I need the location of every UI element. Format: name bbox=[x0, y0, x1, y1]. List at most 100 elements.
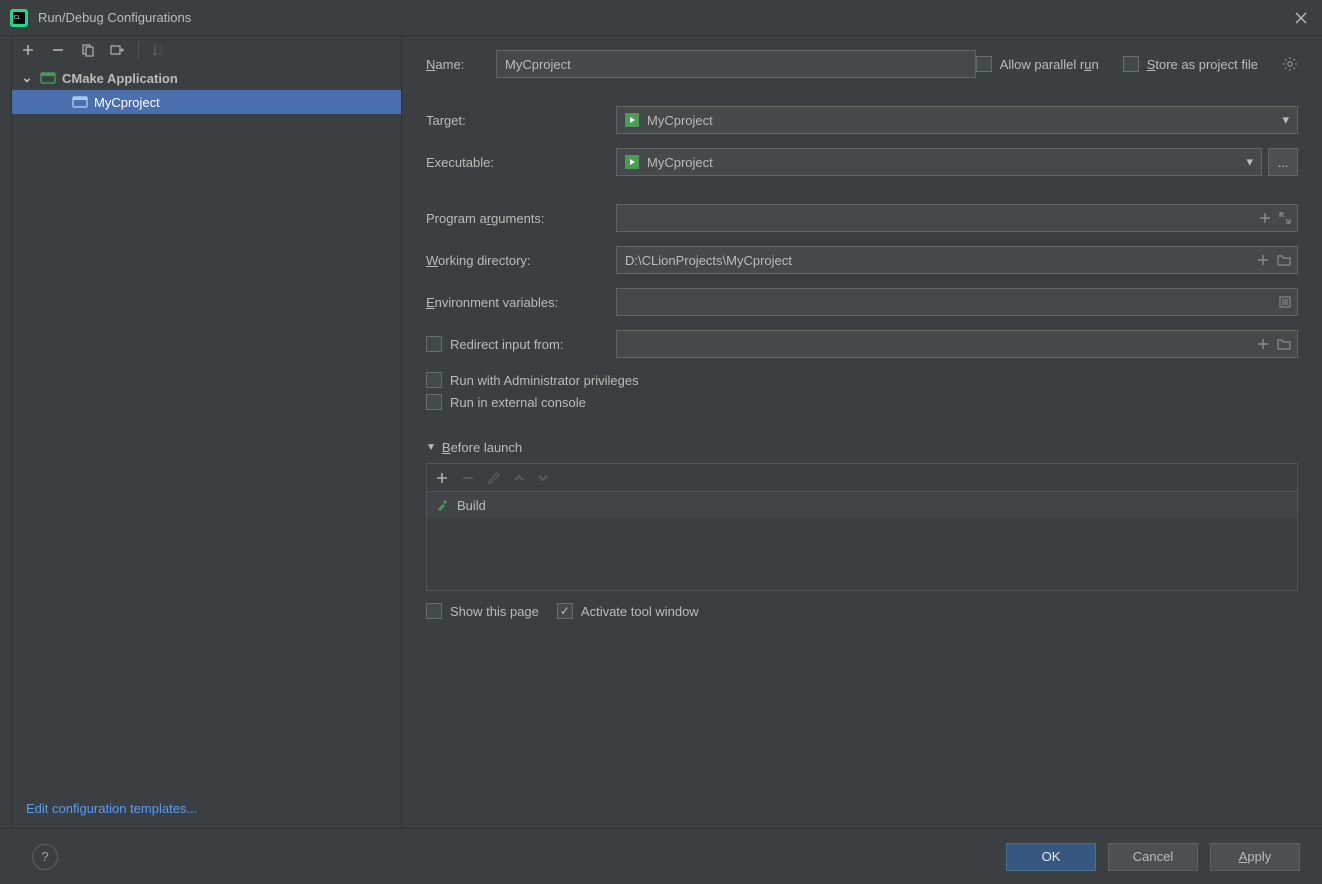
executable-value: MyCproject bbox=[647, 155, 713, 170]
config-form: Name: Allow parallel run Store as projec… bbox=[402, 36, 1322, 828]
sort-config-button[interactable]: az bbox=[149, 40, 169, 60]
env-vars-field bbox=[616, 288, 1298, 316]
help-button[interactable]: ? bbox=[32, 844, 58, 870]
store-as-project-label: Store as project file bbox=[1147, 57, 1258, 72]
save-config-button[interactable] bbox=[108, 40, 128, 60]
redirect-label: Redirect input from: bbox=[450, 337, 563, 352]
executable-browse-button[interactable]: ... bbox=[1268, 148, 1298, 176]
config-tree: ⌄ CMake Application MyCproject bbox=[12, 66, 401, 789]
external-console-label: Run in external console bbox=[450, 395, 586, 410]
chevron-down-icon[interactable]: ⌄ bbox=[20, 70, 34, 86]
config-sidebar: az ⌄ CMake Application MyCproject Edit c… bbox=[12, 36, 402, 828]
tree-child-label: MyCproject bbox=[94, 95, 160, 110]
checkbox-box bbox=[426, 372, 442, 388]
activate-tool-window-label: Activate tool window bbox=[581, 604, 699, 619]
redirect-field bbox=[616, 330, 1298, 358]
run-target-icon bbox=[625, 113, 639, 127]
before-launch-item-build[interactable]: Build bbox=[427, 492, 1297, 518]
add-config-button[interactable] bbox=[18, 40, 38, 60]
tree-root-label: CMake Application bbox=[62, 71, 178, 86]
redirect-label-wrap: Redirect input from: bbox=[426, 336, 616, 352]
row-name: Name: Allow parallel run Store as projec… bbox=[426, 50, 1298, 78]
build-label: Build bbox=[457, 498, 486, 513]
row-executable: Executable: MyCproject ▾ ... bbox=[426, 148, 1298, 176]
show-this-page-checkbox[interactable]: Show this page bbox=[426, 603, 539, 619]
window-title: Run/Debug Configurations bbox=[38, 10, 191, 25]
sidebar-footer: Edit configuration templates... bbox=[12, 789, 401, 828]
working-dir-input[interactable] bbox=[625, 253, 1257, 268]
activate-tool-window-checkbox[interactable]: Activate tool window bbox=[557, 603, 699, 619]
env-vars-input[interactable] bbox=[625, 295, 1279, 310]
tree-node-cmake-application[interactable]: ⌄ CMake Application bbox=[12, 66, 401, 90]
program-args-input[interactable] bbox=[625, 211, 1259, 226]
checkbox-box bbox=[1123, 56, 1139, 72]
left-gutter bbox=[0, 36, 12, 828]
cancel-button[interactable]: Cancel bbox=[1108, 843, 1198, 871]
svg-text:z: z bbox=[159, 51, 162, 57]
expand-icon[interactable] bbox=[1279, 212, 1291, 224]
working-dir-field bbox=[616, 246, 1298, 274]
name-input[interactable] bbox=[496, 50, 976, 78]
target-value: MyCproject bbox=[647, 113, 713, 128]
checkbox-box bbox=[976, 56, 992, 72]
row-program-args: Program arguments: bbox=[426, 204, 1298, 232]
folder-icon[interactable] bbox=[1277, 338, 1291, 350]
edit-templates-link[interactable]: Edit configuration templates... bbox=[26, 801, 197, 816]
executable-label: Executable: bbox=[426, 155, 616, 170]
caret-down-icon: ▾ bbox=[1246, 154, 1253, 170]
sidebar-toolbar: az bbox=[12, 36, 401, 64]
copy-config-button[interactable] bbox=[78, 40, 98, 60]
bl-down-button[interactable] bbox=[537, 472, 549, 484]
admin-priv-checkbox[interactable]: Run with Administrator privileges bbox=[426, 372, 639, 388]
checkbox-box bbox=[557, 603, 573, 619]
checkbox-box bbox=[426, 336, 442, 352]
name-label: Name: bbox=[426, 57, 496, 72]
top-right-options: Allow parallel run Store as project file bbox=[976, 56, 1298, 72]
checkbox-box bbox=[426, 603, 442, 619]
ok-button[interactable]: OK bbox=[1006, 843, 1096, 871]
cmake-app-icon bbox=[72, 94, 88, 110]
executable-dropdown[interactable]: MyCproject ▾ bbox=[616, 148, 1262, 176]
close-button[interactable] bbox=[1290, 7, 1312, 29]
caret-down-icon: ▾ bbox=[1282, 112, 1289, 128]
row-redirect-input: Redirect input from: bbox=[426, 330, 1298, 358]
redirect-input[interactable] bbox=[625, 337, 1257, 352]
gear-icon[interactable] bbox=[1282, 56, 1298, 72]
run-target-icon bbox=[625, 155, 639, 169]
main-area: az ⌄ CMake Application MyCproject Edit c… bbox=[0, 36, 1322, 828]
add-macro-icon[interactable] bbox=[1257, 254, 1269, 266]
before-launch-header[interactable]: ▼ Before launch bbox=[426, 440, 1298, 455]
row-env-vars: Environment variables: bbox=[426, 288, 1298, 316]
before-launch-label: Before launch bbox=[442, 440, 522, 455]
bl-edit-button[interactable] bbox=[487, 471, 501, 485]
redirect-checkbox[interactable]: Redirect input from: bbox=[426, 336, 563, 352]
bl-up-button[interactable] bbox=[513, 472, 525, 484]
bl-add-button[interactable] bbox=[435, 471, 449, 485]
checkbox-box bbox=[426, 394, 442, 410]
tree-node-mycproject[interactable]: MyCproject bbox=[12, 90, 401, 114]
add-macro-icon[interactable] bbox=[1257, 338, 1269, 350]
before-launch-checks: Show this page Activate tool window bbox=[426, 603, 1298, 619]
row-working-dir: Working directory: bbox=[426, 246, 1298, 274]
show-this-page-label: Show this page bbox=[450, 604, 539, 619]
row-target: Target: MyCproject ▾ bbox=[426, 106, 1298, 134]
folder-icon[interactable] bbox=[1277, 254, 1291, 266]
working-dir-label: Working directory: bbox=[426, 253, 616, 268]
before-launch-toolbar bbox=[426, 463, 1298, 491]
app-icon: CL bbox=[10, 9, 28, 27]
list-icon[interactable] bbox=[1279, 296, 1291, 308]
target-dropdown[interactable]: MyCproject ▾ bbox=[616, 106, 1298, 134]
svg-text:CL: CL bbox=[14, 15, 21, 21]
allow-parallel-checkbox[interactable]: Allow parallel run bbox=[976, 56, 1099, 72]
add-macro-icon[interactable] bbox=[1259, 212, 1271, 224]
program-args-label: Program arguments: bbox=[426, 211, 616, 226]
store-as-project-checkbox[interactable]: Store as project file bbox=[1123, 56, 1258, 72]
external-console-checkbox[interactable]: Run in external console bbox=[426, 394, 586, 410]
remove-config-button[interactable] bbox=[48, 40, 68, 60]
toolbar-separator bbox=[138, 41, 139, 59]
bl-remove-button[interactable] bbox=[461, 471, 475, 485]
admin-priv-label: Run with Administrator privileges bbox=[450, 373, 639, 388]
apply-button[interactable]: Apply bbox=[1210, 843, 1300, 871]
before-launch-list: Build bbox=[426, 491, 1298, 591]
bottom-bar: ? OK Cancel Apply bbox=[0, 828, 1322, 884]
